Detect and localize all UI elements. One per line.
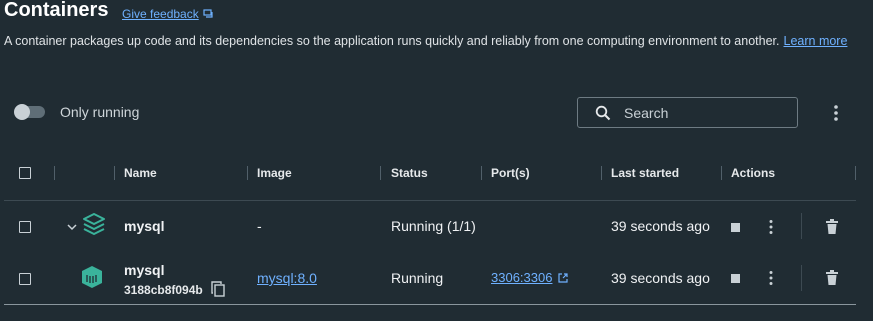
- actions-separator: [801, 213, 802, 239]
- containers-view: Containers Give feedback A container pac…: [0, 0, 873, 321]
- port-link[interactable]: 3306:3306: [491, 270, 569, 285]
- table-bottom-border: [4, 304, 856, 305]
- container-last-started: 39 seconds ago: [611, 218, 710, 234]
- column-header-image[interactable]: Image: [257, 166, 292, 180]
- kebab-icon[interactable]: [768, 270, 774, 286]
- feedback-icon: [203, 9, 213, 18]
- toggle-knob: [14, 104, 30, 120]
- column-header-status[interactable]: Status: [391, 166, 428, 180]
- column-header-actions: Actions: [731, 166, 776, 180]
- more-options-kebab-icon[interactable]: [828, 103, 844, 123]
- learn-more-link[interactable]: Learn more: [784, 34, 848, 48]
- image-link[interactable]: mysql:8.0: [257, 270, 317, 286]
- container-name[interactable]: mysql: [124, 218, 164, 234]
- external-link-icon[interactable]: [558, 272, 569, 283]
- only-running-label: Only running: [60, 104, 140, 120]
- column-separator: [721, 166, 722, 180]
- description-text: A container packages up code and its dep…: [4, 34, 780, 48]
- column-separator: [601, 166, 602, 180]
- column-header-name[interactable]: Name: [124, 166, 157, 180]
- row-checkbox[interactable]: [19, 221, 31, 233]
- give-feedback-link[interactable]: Give feedback: [122, 7, 214, 21]
- column-separator: [380, 166, 381, 180]
- column-header-ports[interactable]: Port(s): [491, 166, 530, 180]
- search-icon: [595, 105, 611, 121]
- table-header: Name Image Status Port(s) Last started A…: [0, 160, 856, 186]
- only-running-toggle[interactable]: [14, 104, 45, 120]
- column-separator: [481, 166, 482, 180]
- give-feedback-label: Give feedback: [122, 7, 199, 21]
- row-divider: [4, 200, 856, 201]
- container-image: -: [257, 218, 262, 234]
- actions-separator: [801, 265, 802, 291]
- column-separator: [114, 166, 115, 180]
- column-separator: [855, 166, 856, 180]
- stop-icon[interactable]: [731, 223, 740, 232]
- search-input[interactable]: [624, 103, 784, 122]
- container-status: Running: [391, 270, 444, 286]
- select-all-checkbox[interactable]: [19, 167, 31, 179]
- row-checkbox[interactable]: [19, 273, 31, 285]
- trash-icon[interactable]: [825, 219, 839, 235]
- chevron-down-icon[interactable]: [67, 223, 77, 231]
- container-last-started: 39 seconds ago: [611, 270, 710, 286]
- stop-icon[interactable]: [731, 274, 740, 283]
- compose-stack-icon: [83, 213, 105, 235]
- port-mapping[interactable]: 3306:3306: [491, 270, 552, 285]
- copy-icon[interactable]: [211, 281, 225, 297]
- search-box[interactable]: [577, 97, 798, 128]
- column-header-last-started[interactable]: Last started: [611, 166, 679, 180]
- trash-icon[interactable]: [825, 270, 839, 286]
- container-id: 3188cb8f094b: [124, 283, 203, 297]
- page-description: A container packages up code and its dep…: [4, 34, 847, 48]
- kebab-icon[interactable]: [768, 219, 774, 235]
- page-title: Containers: [4, 0, 109, 21]
- container-name[interactable]: mysql: [124, 262, 164, 278]
- column-separator: [54, 166, 55, 180]
- container-icon: [82, 266, 102, 288]
- column-separator: [247, 166, 248, 180]
- container-status: Running (1/1): [391, 218, 476, 234]
